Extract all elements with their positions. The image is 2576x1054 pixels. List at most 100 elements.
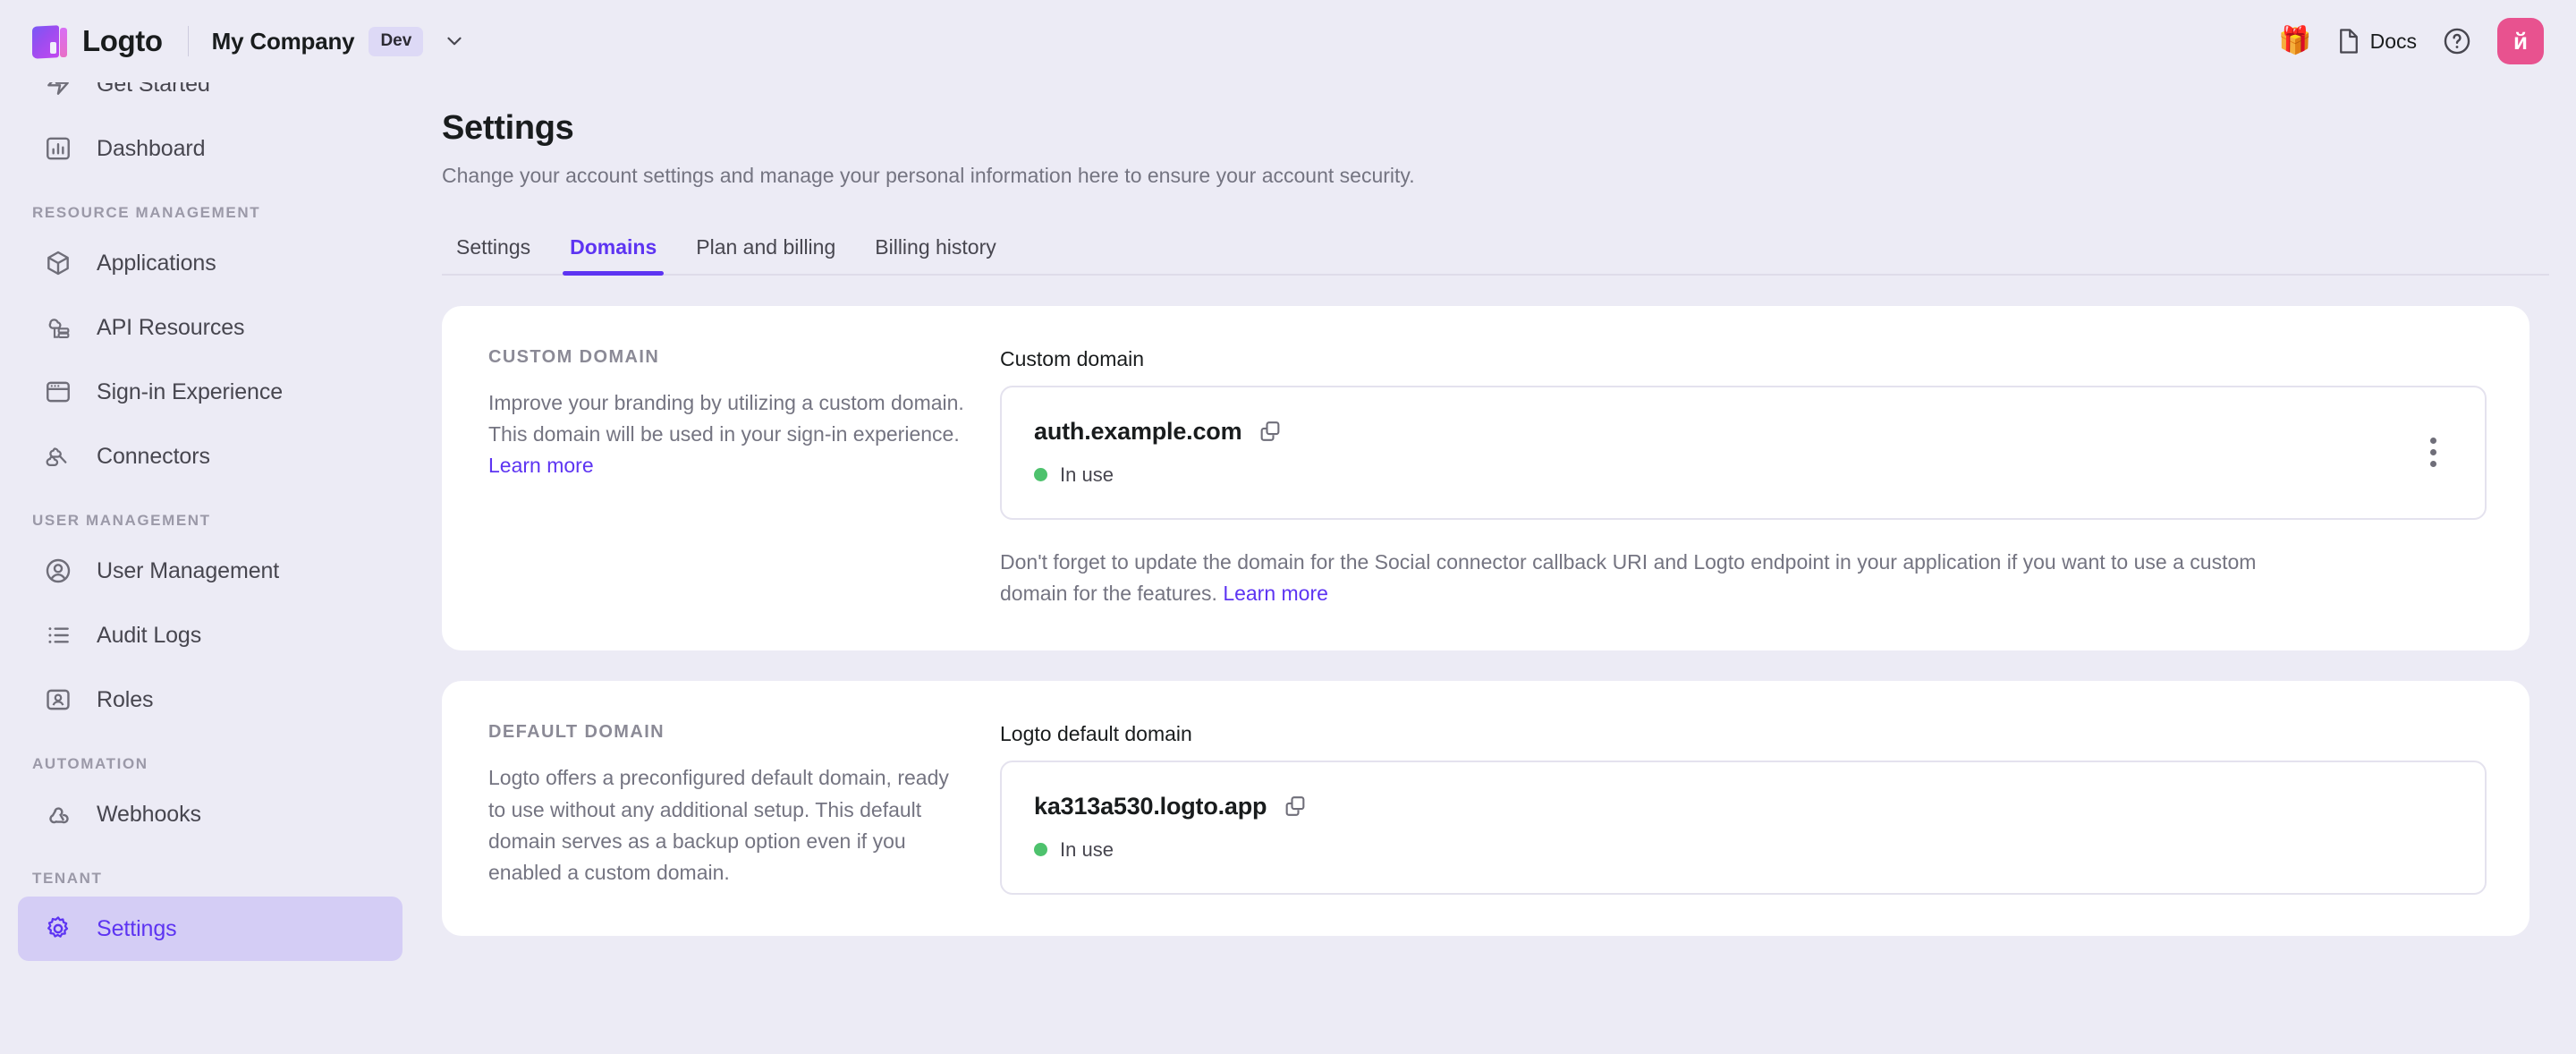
domain-info: ka313a530.logto.app In use bbox=[1034, 793, 2453, 862]
avatar[interactable]: й bbox=[2497, 18, 2544, 64]
card-description: Logto offers a preconfigured default dom… bbox=[488, 766, 949, 884]
sidebar-group-label: AUTOMATION bbox=[32, 755, 148, 772]
custom-domain-card: CUSTOM DOMAIN Improve your branding by u… bbox=[442, 306, 2529, 651]
tab-billing-history[interactable]: Billing history bbox=[855, 235, 1016, 274]
sidebar-item-label: User Management bbox=[97, 557, 280, 583]
tenant-switcher-button[interactable] bbox=[439, 26, 470, 56]
sidebar-item-label: Webhooks bbox=[97, 801, 201, 827]
custom-domain-label: Custom domain bbox=[1000, 347, 1145, 370]
domain-value: auth.example.com bbox=[1034, 417, 1242, 445]
header-divider bbox=[187, 26, 189, 56]
sidebar-item-label: API Resources bbox=[97, 314, 245, 340]
sidebar-item-settings[interactable]: Settings bbox=[18, 897, 402, 961]
sidebar-item-get-started[interactable]: Get Started bbox=[18, 82, 402, 116]
page-title: Settings bbox=[442, 109, 574, 147]
custom-domain-note: Don't forget to update the domain for th… bbox=[1000, 547, 2306, 609]
tenant-name[interactable]: My Company bbox=[212, 28, 355, 55]
card-content-column: Logto default domain ka313a530.logto.app bbox=[1000, 722, 2487, 896]
sidebar-item-label: Connectors bbox=[97, 443, 210, 469]
status-badge: In use bbox=[1034, 463, 2413, 487]
gear-icon bbox=[43, 914, 73, 944]
card-content-column: Custom domain auth.example.com In use Do… bbox=[1000, 347, 2487, 609]
docs-label: Docs bbox=[2369, 29, 2417, 53]
copy-icon[interactable] bbox=[1283, 794, 1308, 819]
sidebar: Get Started Dashboard RESOURCE MANAGEMEN… bbox=[0, 82, 428, 1054]
domain-options-button[interactable] bbox=[2413, 432, 2453, 472]
header-actions: 🎁 Docs й bbox=[2278, 18, 2544, 64]
chart-bar-icon bbox=[43, 133, 73, 164]
status-dot-icon bbox=[1034, 468, 1047, 481]
question-circle-icon bbox=[2444, 28, 2470, 55]
learn-more-link[interactable]: Learn more bbox=[488, 454, 594, 477]
docs-link[interactable]: Docs bbox=[2337, 28, 2417, 55]
domain-row: auth.example.com bbox=[1034, 418, 2413, 446]
kebab-dot bbox=[2429, 460, 2436, 467]
domain-info: auth.example.com In use bbox=[1034, 418, 2413, 487]
tab-domains[interactable]: Domains bbox=[550, 235, 676, 276]
rocket-icon bbox=[43, 82, 73, 99]
card-eyebrow: DEFAULT DOMAIN bbox=[488, 722, 665, 743]
environment-badge: Dev bbox=[369, 26, 424, 56]
card-description: Improve your branding by utilizing a cus… bbox=[488, 387, 964, 482]
sidebar-item-roles[interactable]: Roles bbox=[18, 667, 402, 732]
sidebar-item-label: Get Started bbox=[97, 82, 210, 97]
tab-settings[interactable]: Settings bbox=[436, 235, 550, 274]
sidebar-item-applications[interactable]: Applications bbox=[18, 231, 402, 295]
sidebar-item-label: Audit Logs bbox=[97, 622, 202, 648]
sidebar-group-label: TENANT bbox=[32, 870, 103, 887]
note-text: Don't forget to update the domain for th… bbox=[1000, 550, 2257, 606]
api-icon bbox=[43, 312, 73, 343]
domain-value: ka313a530.logto.app bbox=[1034, 792, 1267, 820]
app-header: Logto My Company Dev 🎁 Docs й bbox=[0, 0, 2576, 82]
status-label: In use bbox=[1060, 463, 1114, 486]
page-subtitle: Change your account settings and manage … bbox=[442, 164, 1415, 187]
tab-bar: Settings Domains Plan and billing Billin… bbox=[442, 220, 2549, 276]
webhook-icon bbox=[43, 799, 73, 829]
help-button[interactable] bbox=[2442, 26, 2472, 56]
card-eyebrow: CUSTOM DOMAIN bbox=[488, 347, 660, 367]
id-card-icon bbox=[43, 684, 73, 715]
sidebar-group-label: USER MANAGEMENT bbox=[32, 512, 211, 529]
sidebar-item-user-management[interactable]: User Management bbox=[18, 539, 402, 603]
logto-logo-icon bbox=[32, 22, 70, 60]
copy-icon[interactable] bbox=[1258, 419, 1283, 444]
sidebar-item-label: Settings bbox=[97, 915, 177, 941]
product-name: Logto bbox=[82, 24, 163, 57]
card-description-text: Improve your branding by utilizing a cus… bbox=[488, 391, 964, 446]
kebab-dot bbox=[2429, 437, 2436, 444]
status-label: In use bbox=[1060, 837, 1114, 861]
sidebar-item-api-resources[interactable]: API Resources bbox=[18, 295, 402, 360]
sidebar-item-label: Applications bbox=[97, 250, 216, 276]
card-description-column: DEFAULT DOMAIN Logto offers a preconfigu… bbox=[488, 722, 1000, 895]
gift-icon[interactable]: 🎁 bbox=[2278, 28, 2311, 55]
sidebar-item-dashboard[interactable]: Dashboard bbox=[18, 116, 402, 181]
tab-plan-and-billing[interactable]: Plan and billing bbox=[676, 235, 855, 274]
sidebar-item-label: Dashboard bbox=[97, 135, 206, 161]
sidebar-item-webhooks[interactable]: Webhooks bbox=[18, 782, 402, 846]
custom-domain-box: auth.example.com In use bbox=[1000, 386, 2487, 520]
sidebar-item-audit-logs[interactable]: Audit Logs bbox=[18, 603, 402, 667]
brand[interactable]: Logto bbox=[32, 22, 163, 60]
sidebar-item-label: Sign-in Experience bbox=[97, 378, 284, 404]
card-description-column: CUSTOM DOMAIN Improve your branding by u… bbox=[488, 347, 1000, 609]
list-icon bbox=[43, 620, 73, 650]
user-circle-icon bbox=[43, 556, 73, 586]
window-icon bbox=[43, 377, 73, 407]
cube-icon bbox=[43, 248, 73, 278]
sidebar-item-sign-in-experience[interactable]: Sign-in Experience bbox=[18, 360, 402, 424]
default-domain-card: DEFAULT DOMAIN Logto offers a preconfigu… bbox=[442, 681, 2529, 937]
default-domain-box: ka313a530.logto.app In use bbox=[1000, 761, 2487, 896]
note-learn-more-link[interactable]: Learn more bbox=[1223, 582, 1328, 605]
sidebar-item-label: Roles bbox=[97, 686, 154, 712]
connector-icon bbox=[43, 441, 73, 472]
status-dot-icon bbox=[1034, 843, 1047, 857]
document-icon bbox=[2339, 29, 2358, 54]
default-domain-label: Logto default domain bbox=[1000, 722, 1192, 746]
main-content: Settings Change your account settings an… bbox=[428, 82, 2576, 1054]
chevron-down-icon bbox=[447, 37, 462, 46]
sidebar-item-connectors[interactable]: Connectors bbox=[18, 424, 402, 489]
sidebar-group-label: RESOURCE MANAGEMENT bbox=[32, 204, 261, 221]
domain-row: ka313a530.logto.app bbox=[1034, 793, 2453, 820]
kebab-dot bbox=[2429, 448, 2436, 455]
status-badge: In use bbox=[1034, 838, 2453, 862]
